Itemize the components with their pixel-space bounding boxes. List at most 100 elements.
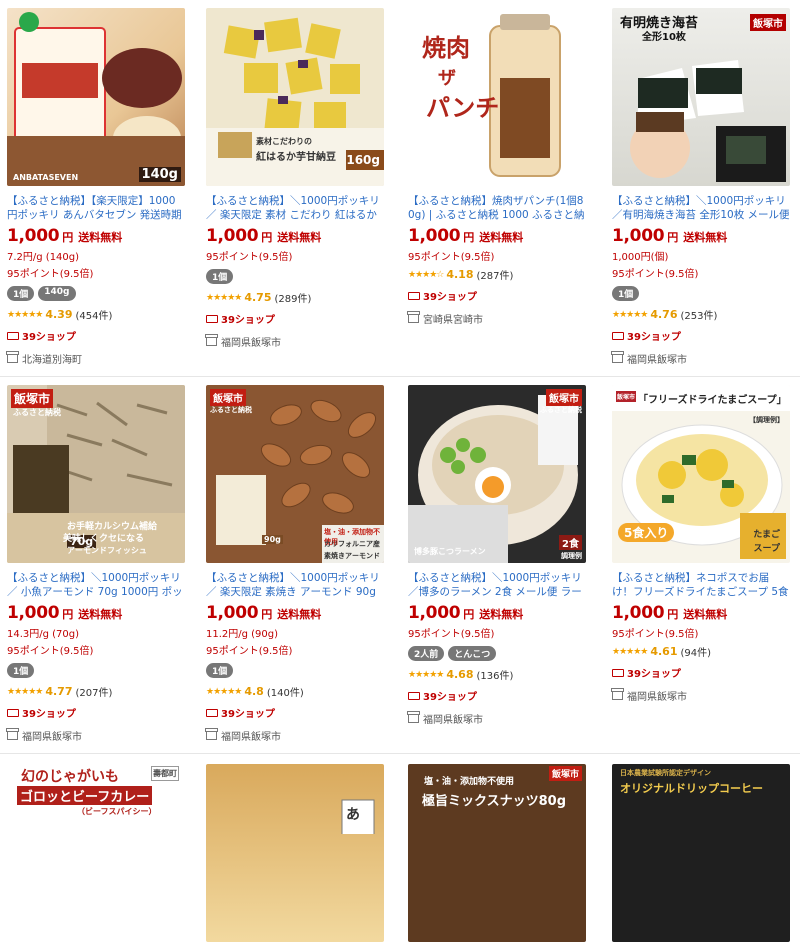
product-card[interactable]: 飯塚市 ふるさと納税 70g お手軽カルシウム補給 美味しくクセになる アーモン… [0, 377, 203, 753]
price-line: 1,000 円 送料無料 [408, 603, 607, 623]
rating-score: 4.68 [446, 668, 474, 681]
product-image[interactable]: 飯塚市 「フリーズドライたまごスープ」 【調理例】 5食入り たまご スープ [612, 385, 790, 563]
location[interactable]: 北海道別海町 [6, 351, 203, 366]
product-card[interactable]: 有明焼き海苔 全形10枚 飯塚市 【ふるさと納税】＼1000円ポッキリ／有明海焼… [607, 0, 800, 376]
star-icons: ★★★★★ [7, 686, 43, 697]
product-card[interactable]: 飯塚市 「フリーズドライたまごスープ」 【調理例】 5食入り たまご スープ 【… [607, 377, 800, 753]
location-label: 福岡県飯塚市 [627, 692, 687, 703]
product-card[interactable]: あ [203, 754, 405, 942]
product-title[interactable]: 【ふるさと納税】＼1000円ポッキリ／有明海焼き海苔 全形10枚 メール便 のり… [612, 194, 790, 222]
product-title[interactable]: 【ふるさと納税】＼1000円ポッキリ／ 小魚アーモンド 70g 1000円 ポッ… [7, 571, 185, 599]
product-image[interactable]: 飯塚市 ふるさと納税 70g お手軽カルシウム補給 美味しくクセになる アーモン… [7, 385, 185, 563]
product-image[interactable]: あ [206, 764, 384, 942]
image-label: あ [346, 807, 360, 823]
image-label: 5食入り [618, 523, 675, 542]
location-label: 福岡県飯塚市 [627, 355, 687, 366]
location[interactable]: 福岡県飯塚市 [611, 688, 800, 703]
tags: 1個 [206, 663, 405, 678]
image-label: 素材こだわりの [256, 137, 312, 146]
shop-badge: 39ショップ [612, 665, 800, 680]
tag: 1個 [7, 286, 35, 301]
review-count[interactable]: (136件) [476, 667, 513, 682]
image-label: アーモンドフィッシュ [67, 546, 147, 555]
rating-score: 4.77 [45, 685, 73, 698]
image-label: ゴロッとビーフカレー [17, 786, 153, 805]
tags: 1個 140g [7, 286, 203, 301]
product-title[interactable]: 【ふるさと納税】焼肉ザパンチ(1個80g) | ふるさと納税 1000 ふるさと… [408, 194, 586, 222]
review-count[interactable]: (253件) [680, 307, 717, 322]
location[interactable]: 福岡県飯塚市 [611, 351, 800, 366]
truck-icon [7, 708, 19, 717]
location[interactable]: 宮崎県宮崎市 [407, 311, 607, 326]
product-title[interactable]: 【ふるさと納税】＼1000円ポッキリ／博多のラーメン 2食 メール便 ラーメン … [408, 571, 586, 599]
product-image[interactable]: 日本農業試験所認定デザイン オリジナルドリップコーヒー [612, 764, 790, 942]
product-card[interactable]: 塩・油・添加物不使用 極旨ミックスナッツ80g 飯塚市 [405, 754, 607, 942]
product-card[interactable]: ANBATASEVEN 140g 【ふるさと納税】【楽天限定】1000円ポッキリ… [0, 0, 203, 376]
product-image[interactable]: 飯塚市 ふるさと納税 90g 塩・油・添加物不使用 カリフォルニア産 素焼きアー… [206, 385, 384, 563]
product-image[interactable]: ANBATASEVEN 140g [7, 8, 185, 186]
image-label: たまご [753, 530, 780, 540]
shipping-label: 送料無料 [277, 231, 322, 244]
image-label: ザ [438, 68, 456, 89]
unit-price: 11.2円/g (90g) [206, 629, 279, 640]
location[interactable]: 福岡県飯塚市 [205, 728, 405, 743]
product-card[interactable]: 素材こだわりの 紅はるか芋甘納豆 160g 【ふるさと納税】＼1000円ポッキリ… [203, 0, 405, 376]
review-count[interactable]: (207件) [75, 684, 112, 699]
product-title[interactable]: 【ふるさと納税】＼1000円ポッキリ／ 楽天限定 素焼き アーモンド 90g 1… [206, 571, 384, 599]
tag: 1個 [206, 663, 234, 678]
shop-label: 39ショップ [423, 292, 477, 303]
shop-icon [611, 688, 624, 700]
image-label: 焼肉 [422, 34, 470, 62]
product-image[interactable]: 飯塚市 ふるさと納税 2食 博多豚こつラーメン 調理例 [408, 385, 586, 563]
review-count[interactable]: (454件) [75, 307, 112, 322]
product-card[interactable]: 日本農業試験所認定デザイン オリジナルドリップコーヒー [607, 754, 800, 942]
tags: 1個 [206, 269, 405, 284]
review-count[interactable]: (94件) [680, 644, 711, 659]
product-card[interactable]: 飯塚市 ふるさと納税 2食 博多豚こつラーメン 調理例 【ふるさと納税】＼100… [405, 377, 607, 753]
shop-label: 39ショップ [423, 692, 477, 703]
product-title[interactable]: 【ふるさと納税】ネコポスでお届け！フリーズドライたまごスープ 5食 お試し 飯塚… [612, 571, 790, 599]
image-label: ANBATASEVEN [13, 173, 79, 182]
location[interactable]: 福岡県飯塚市 [6, 728, 203, 743]
rating: ★★★★★ 4.68 (136件) [408, 667, 607, 682]
product-image[interactable]: 素材こだわりの 紅はるか芋甘納豆 160g [206, 8, 384, 186]
image-label: 塩・油・添加物不使用 [424, 777, 515, 787]
truck-icon [7, 331, 19, 340]
image-label: 美味しくクセになる [63, 534, 145, 544]
location[interactable]: 福岡県飯塚市 [407, 711, 607, 726]
tag: 140g [38, 286, 76, 301]
review-count[interactable]: (289件) [274, 290, 311, 305]
shop-icon [205, 334, 218, 346]
currency: 円 [463, 231, 475, 244]
location-label: 北海道別海町 [22, 355, 82, 366]
shipping-label: 送料無料 [78, 231, 123, 244]
product-card[interactable]: 焼肉 ザ パンチ 【ふるさと納税】焼肉ザパンチ(1個80g) | ふるさと納税 … [405, 0, 607, 376]
price: 1,000 [612, 603, 665, 623]
price: 1,000 [408, 226, 461, 246]
shipping-label: 送料無料 [683, 608, 728, 621]
product-image[interactable]: 有明焼き海苔 全形10枚 飯塚市 [612, 8, 790, 186]
product-title[interactable]: 【ふるさと納税】＼1000円ポッキリ／ 楽天限定 素材 こだわり 紅はるか 芋 … [206, 194, 384, 222]
rating-score: 4.75 [244, 291, 272, 304]
review-count[interactable]: (287件) [476, 267, 513, 282]
points: 95ポイント(9.5倍) [408, 629, 495, 640]
location[interactable]: 福岡県飯塚市 [205, 334, 405, 349]
shop-icon [6, 728, 19, 740]
currency: 円 [62, 608, 74, 621]
review-count[interactable]: (140件) [267, 684, 304, 699]
image-badge: 飯塚市 [546, 389, 582, 406]
product-card[interactable]: 飯塚市 ふるさと納税 90g 塩・油・添加物不使用 カリフォルニア産 素焼きアー… [203, 377, 405, 753]
product-title[interactable]: 【ふるさと納税】【楽天限定】1000円ポッキリ あんバタセブン 発送時期が選べる… [7, 194, 185, 222]
truck-icon [408, 291, 420, 300]
image-label: ふるさと納税 [13, 408, 61, 417]
price-line: 1,000 円 送料無料 [612, 603, 800, 623]
image-label: ふるさと納税 [540, 406, 582, 414]
shop-badge: 39ショップ [408, 288, 607, 303]
points: 95ポイント(9.5倍) [408, 252, 495, 263]
product-card[interactable]: 幻のじゃがいも ゴロッとビーフカレー （ビーフスパイシー） 壽都町 [0, 754, 203, 942]
product-image[interactable]: 幻のじゃがいも ゴロッとビーフカレー （ビーフスパイシー） 壽都町 [7, 764, 185, 942]
product-image[interactable]: 塩・油・添加物不使用 極旨ミックスナッツ80g 飯塚市 [408, 764, 586, 942]
price: 1,000 [612, 226, 665, 246]
product-image[interactable]: 焼肉 ザ パンチ [408, 8, 586, 186]
image-badge: 飯塚市 [616, 391, 637, 402]
